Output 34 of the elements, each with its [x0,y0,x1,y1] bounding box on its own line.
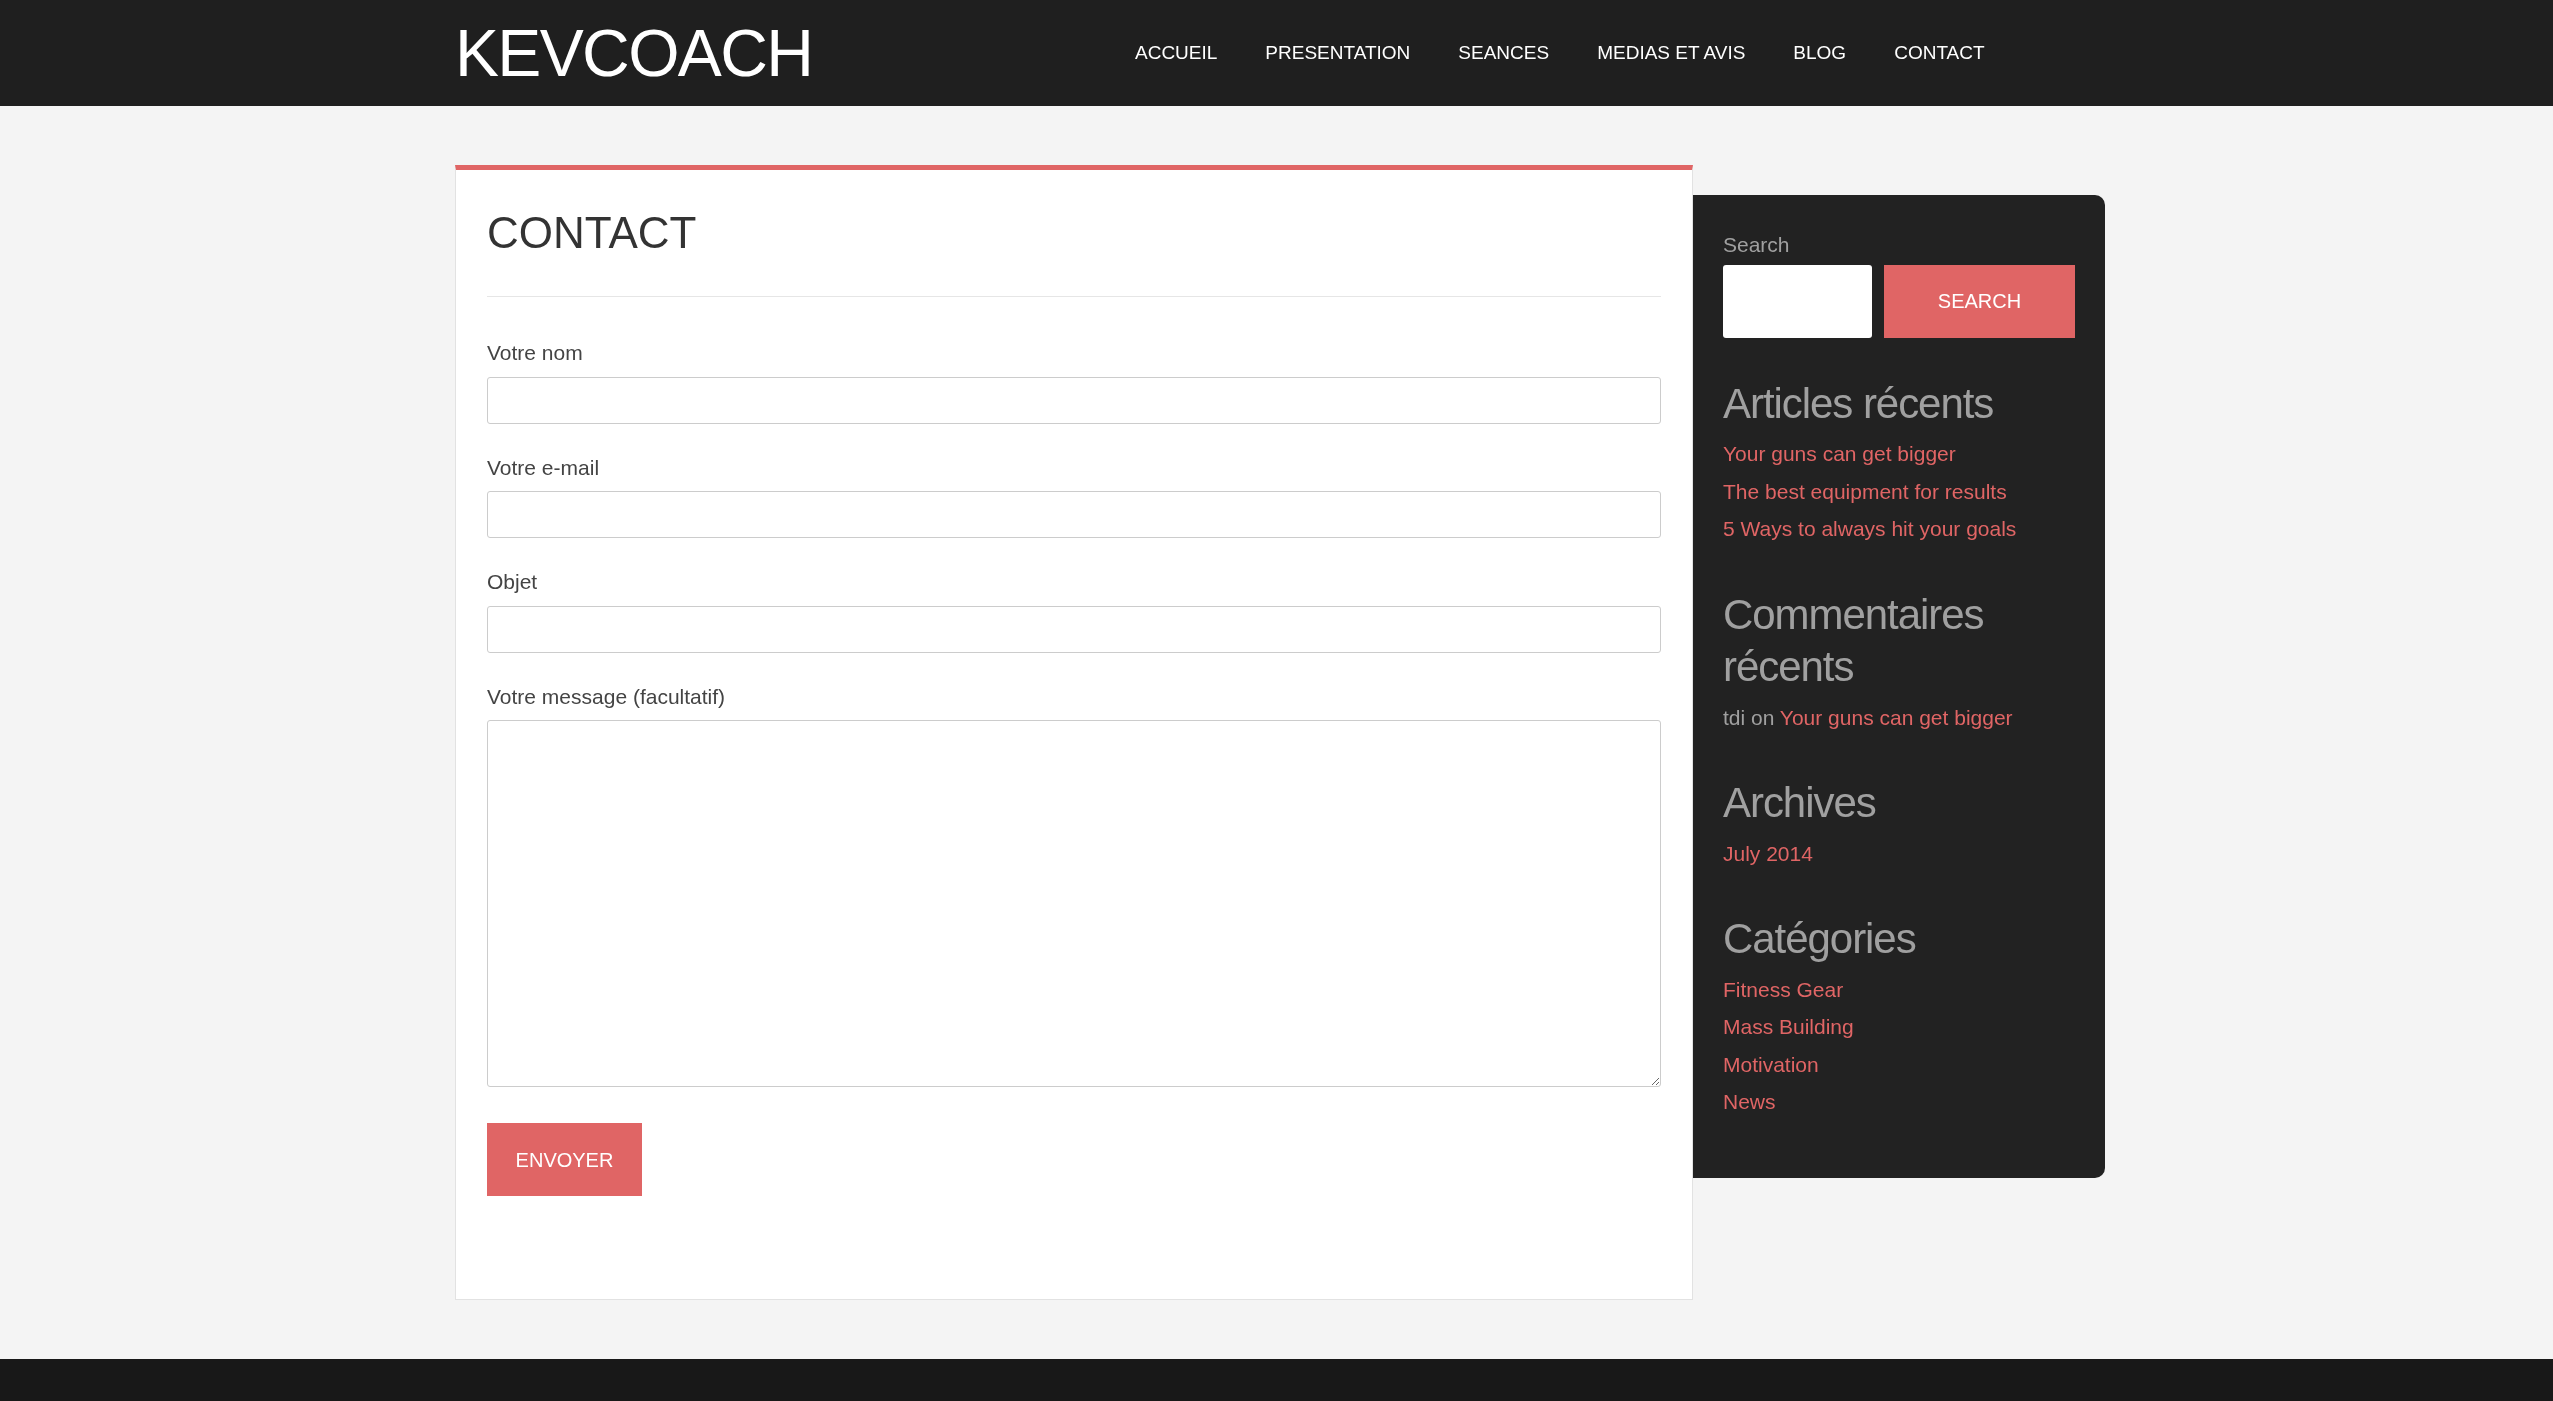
search-button[interactable]: SEARCH [1884,264,2075,338]
widget-heading: Archives [1723,778,1877,828]
field-label: Votre e-mail [487,454,601,481]
nav-link[interactable]: BLOG [1793,38,1847,68]
field-label: Votre nom [487,340,584,366]
comment-link[interactable]: Your guns can get bigger [1779,705,2013,729]
input-field[interactable] [487,605,1661,653]
field-label: Votre message (facultatif) [487,683,727,710]
sidebar-link[interactable]: Your guns can get bigger [1723,438,1956,470]
sidebar-link[interactable]: Fitness Gear [1723,973,1844,1005]
sidebar-link[interactable]: 5 Ways to always hit your goals [1723,513,2017,545]
submit-button[interactable]: ENVOYER [487,1123,642,1196]
sidebar-link[interactable]: The best equipment for results [1723,475,2007,507]
sidebar-link[interactable]: July 2014 [1723,837,1813,869]
widget-heading: Catégories [1723,914,1917,964]
search-field[interactable] [1723,264,1872,338]
nav-link[interactable]: MEDIAS ET AVIS [1597,38,1746,68]
page-title: CONTACT [487,200,1661,297]
nav-link[interactable]: CONTACT [1894,38,1985,68]
widget-heading: Commentaires récents [1723,589,1985,692]
message-field[interactable] [487,720,1661,1087]
search-label: Search [1723,232,1791,258]
nav-link[interactable]: SEANCES [1458,38,1550,68]
nav-link[interactable]: PRESENTATION [1265,38,1411,68]
sidebar-link[interactable]: Motivation [1723,1048,1819,1080]
sidebar-link[interactable]: News [1723,1086,1776,1118]
comment-text: tdi on Your guns can get bigger [1723,704,2014,731]
widget-heading: Articles récents [1723,378,1995,429]
site-logo[interactable]: KEVCOACH [455,15,813,90]
sidebar-link[interactable]: Mass Building [1723,1011,1854,1043]
field-label: Objet [487,569,539,595]
input-field[interactable] [487,491,1661,538]
input-field[interactable] [487,376,1661,424]
nav-link[interactable]: ACCUEIL [1135,38,1218,68]
